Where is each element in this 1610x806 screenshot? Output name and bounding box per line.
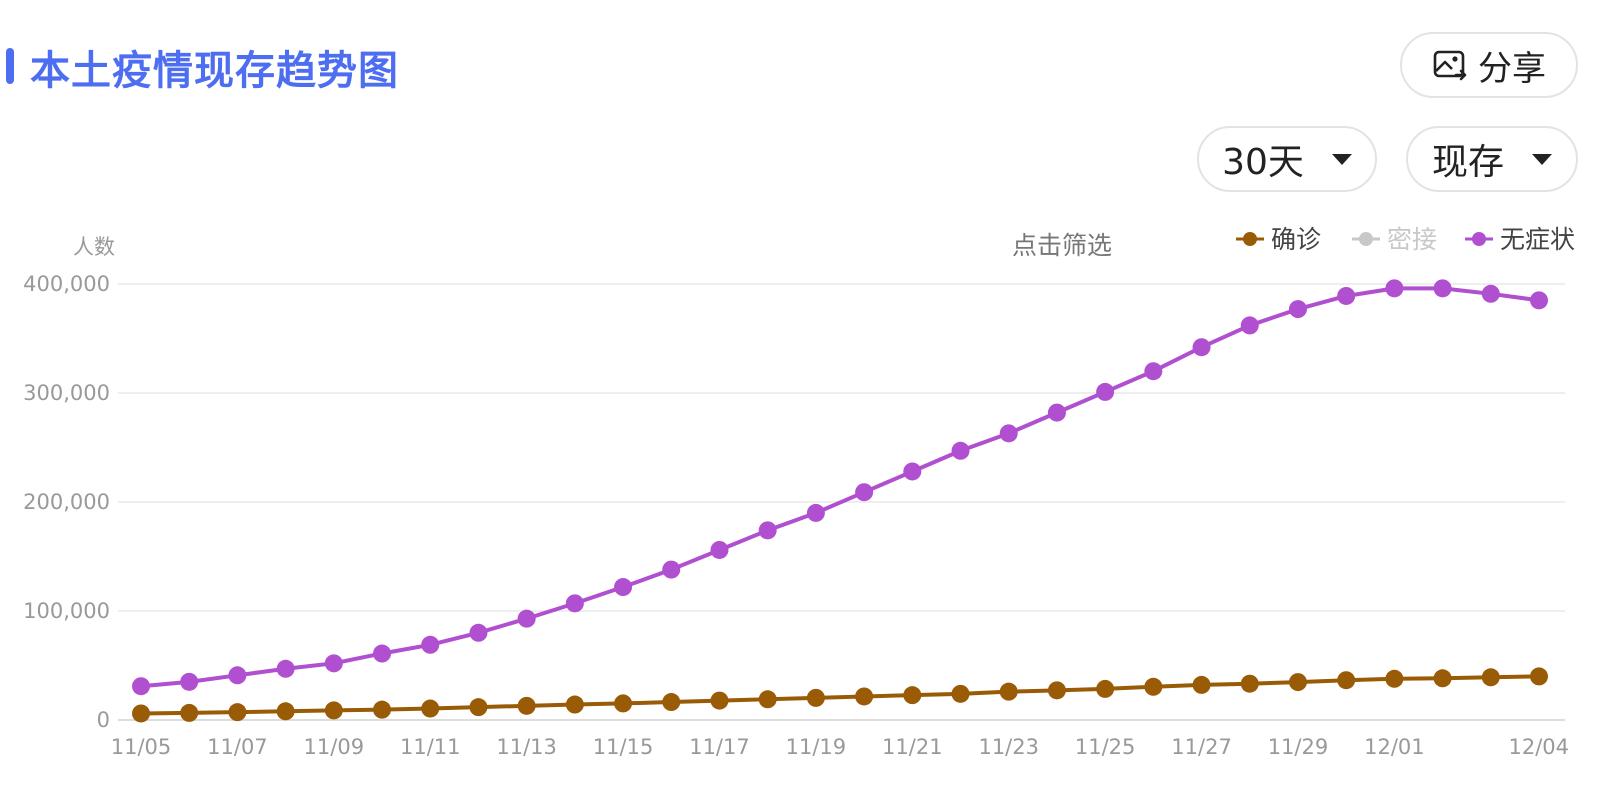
x-tick-label: 12/01 <box>1364 735 1425 759</box>
legend-marker[interactable] <box>1243 232 1257 246</box>
x-tick-label: 11/17 <box>689 735 750 759</box>
y-tick-label: 100,000 <box>23 599 110 623</box>
data-point <box>758 690 777 709</box>
y-tick-label: 400,000 <box>23 272 110 296</box>
data-point <box>855 483 874 502</box>
chart-card: 本土疫情现存趋势图 分享 30天 现存 0 100,000 200,000 300,0… <box>0 0 1610 806</box>
data-point <box>276 659 295 678</box>
data-point <box>1096 679 1115 698</box>
data-point <box>565 695 584 714</box>
data-point <box>1433 279 1452 298</box>
data-point <box>421 635 440 654</box>
data-point <box>517 609 536 628</box>
x-tick-label: 12/04 <box>1508 735 1569 759</box>
data-point <box>951 441 970 460</box>
data-point <box>1530 291 1548 310</box>
x-tick-label: 11/29 <box>1268 735 1329 759</box>
y-tick-label: 200,000 <box>23 490 110 514</box>
data-point <box>1337 671 1356 690</box>
data-point <box>1192 675 1211 694</box>
data-point <box>132 677 150 696</box>
data-point <box>132 704 150 723</box>
data-point <box>421 699 440 718</box>
data-point <box>180 703 199 722</box>
data-point <box>1481 668 1500 687</box>
data-point <box>903 462 922 481</box>
data-point <box>614 578 633 597</box>
y-tick-label: 0 <box>97 708 110 732</box>
x-tick-label: 11/23 <box>978 735 1039 759</box>
data-point <box>1240 316 1259 335</box>
data-point <box>999 424 1018 443</box>
x-tick-label: 11/09 <box>304 735 365 759</box>
data-point <box>228 666 247 685</box>
data-point <box>999 682 1018 701</box>
data-point <box>710 540 729 559</box>
legend-item-label[interactable]: 确诊 <box>1271 225 1321 254</box>
x-tick-label: 11/25 <box>1075 735 1136 759</box>
data-point <box>903 686 922 705</box>
data-point <box>1337 286 1356 305</box>
x-tick-label: 11/07 <box>207 735 268 759</box>
data-point <box>228 703 247 722</box>
y-axis-label: 人数 <box>73 235 115 259</box>
data-point <box>710 691 729 710</box>
x-tick-label: 11/21 <box>882 735 943 759</box>
data-point <box>758 521 777 540</box>
data-point <box>806 503 825 522</box>
data-point <box>276 702 295 721</box>
data-point <box>324 654 343 673</box>
legend-marker[interactable] <box>1359 232 1373 246</box>
data-point <box>1192 338 1211 357</box>
data-point <box>1240 674 1259 693</box>
data-point <box>855 687 874 706</box>
data-point <box>614 694 633 713</box>
data-point <box>1288 673 1307 692</box>
data-point <box>1385 279 1404 298</box>
data-point <box>951 684 970 703</box>
data-point <box>1288 300 1307 319</box>
data-point <box>180 672 199 691</box>
data-point <box>469 698 488 717</box>
data-point <box>1433 669 1452 688</box>
line-chart: 0 100,000 200,000 300,000 400,000 人数 11/05 11/0… <box>23 225 1575 759</box>
data-point <box>469 623 488 642</box>
x-tick-label: 11/19 <box>786 735 847 759</box>
legend-item-label[interactable]: 密接 <box>1387 225 1437 254</box>
data-point <box>324 701 343 720</box>
data-point <box>565 594 584 613</box>
x-tick-label: 11/05 <box>111 735 172 759</box>
x-tick-label: 11/27 <box>1171 735 1232 759</box>
x-tick-label: 11/13 <box>496 735 557 759</box>
x-tick-label: 11/15 <box>593 735 654 759</box>
data-point <box>373 644 392 663</box>
data-point <box>806 688 825 707</box>
data-point <box>373 700 392 719</box>
data-point <box>1096 382 1115 401</box>
data-point <box>1047 403 1066 422</box>
series-line <box>140 674 1540 716</box>
data-point <box>1481 284 1500 303</box>
filter-hint: 点击筛选 <box>1012 231 1112 260</box>
data-point <box>517 696 536 715</box>
data-point <box>1530 667 1548 686</box>
legend-marker[interactable] <box>1472 232 1486 246</box>
data-point <box>662 560 681 579</box>
y-tick-label: 300,000 <box>23 381 110 405</box>
x-tick-label: 11/11 <box>400 735 461 759</box>
data-point <box>662 693 681 712</box>
data-point <box>1144 677 1163 696</box>
series-line <box>140 286 1540 689</box>
data-point <box>1144 362 1163 381</box>
legend-item-label[interactable]: 无症状 <box>1500 225 1575 254</box>
data-point <box>1385 669 1404 688</box>
data-point <box>1047 681 1066 700</box>
